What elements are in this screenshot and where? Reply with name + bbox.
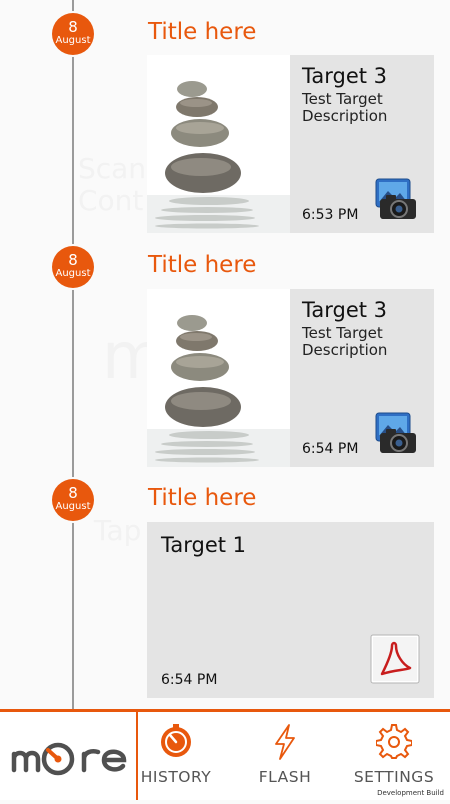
card-info: Target 3 Test Target Description — [302, 297, 428, 359]
date-badge: 8 August — [52, 479, 94, 521]
card-time: 6:53 PM — [302, 207, 359, 223]
date-badge: 8 August — [52, 13, 94, 55]
camera-icon — [370, 177, 420, 221]
date-day: 8 — [68, 484, 78, 502]
date-day: 8 — [68, 251, 78, 269]
date-badge: 8 August — [52, 246, 94, 288]
nav-flash[interactable]: FLASH — [244, 712, 326, 800]
date-day: 8 — [68, 18, 78, 36]
target-thumbnail — [147, 55, 290, 233]
card-time: 6:54 PM — [302, 441, 359, 457]
card-description: Test Target Description — [302, 324, 388, 359]
bottom-nav: HISTORY FLASH SETTINGS Development Build — [0, 709, 450, 800]
target-card[interactable]: Target 3 Test Target Description 6:53 PM — [147, 55, 434, 233]
nav-settings-label: SETTINGS — [353, 768, 435, 786]
build-note: Development Build — [377, 789, 444, 797]
card-title: Target 3 — [302, 64, 388, 88]
card-info: Target 3 Test Target Description — [302, 63, 428, 125]
date-month: August — [55, 501, 91, 512]
more-logo[interactable] — [0, 712, 138, 800]
camera-icon — [370, 411, 420, 455]
target-thumbnail — [147, 289, 290, 467]
entry-title: Title here — [148, 485, 257, 511]
entry-title: Title here — [148, 19, 257, 45]
entry-title: Title here — [148, 252, 257, 278]
background-text-tap: Tap — [94, 514, 142, 547]
card-time: 6:54 PM — [161, 672, 218, 688]
flash-icon — [272, 724, 298, 764]
target-card[interactable]: Target 1 6:54 PM — [147, 522, 434, 698]
date-month: August — [55, 268, 91, 279]
background-text-scan: Scan — [78, 152, 147, 185]
pdf-icon — [370, 634, 420, 684]
history-icon — [159, 724, 193, 762]
nav-history-label: HISTORY — [140, 768, 212, 786]
nav-settings[interactable]: SETTINGS — [348, 712, 440, 800]
card-title: Target 1 — [161, 533, 247, 557]
timeline-line — [72, 0, 74, 710]
card-title: Target 3 — [302, 298, 388, 322]
nav-flash-label: FLASH — [258, 768, 312, 786]
date-month: August — [55, 35, 91, 46]
card-description: Test Target Description — [302, 90, 388, 125]
target-card[interactable]: Target 3 Test Target Description 6:54 PM — [147, 289, 434, 467]
settings-icon — [375, 724, 413, 764]
nav-history[interactable]: HISTORY — [138, 712, 214, 800]
background-text-cont: Cont — [78, 184, 144, 217]
